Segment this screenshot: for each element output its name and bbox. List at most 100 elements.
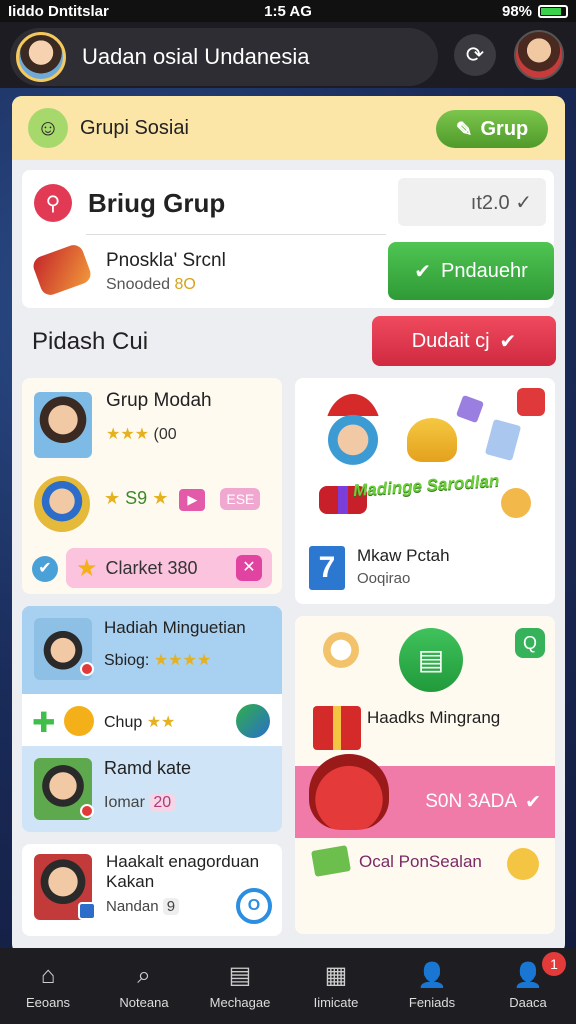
item-sub-label: Snooded: [106, 276, 171, 293]
card-grup-modah[interactable]: Grup Modah ★★★ (00 ★ S9 ★ ▶ ESE ✔ ★ Clar…: [22, 378, 282, 594]
battery-percent: 98%: [501, 2, 533, 20]
smile-icon: [507, 848, 539, 880]
b-value: 20: [149, 794, 176, 811]
sticker-icon: [517, 388, 545, 416]
card-stickers[interactable]: Madinge Sarodlan 7 Mkaw Pctah Ooqirao: [295, 378, 555, 604]
mid-text: Chup ★★: [104, 712, 175, 732]
pndauehr-button[interactable]: ✔ Pndauehr: [388, 242, 554, 300]
ticket-icon: [311, 845, 351, 877]
nav-label: Eeoans: [25, 994, 71, 1010]
gift-icon: [313, 706, 361, 750]
card-sub: Nandan 9: [106, 898, 180, 915]
promo-text: Ocal PonSealan: [359, 852, 482, 871]
play-icon[interactable]: ▶: [179, 489, 206, 511]
nav-item-noteana[interactable]: ⌕ Noteana: [96, 948, 192, 1024]
card-rating: ★★★ (00: [106, 424, 177, 444]
rating-text: (00: [153, 426, 177, 443]
card-title: Haakalt enagorduan Kakan: [106, 852, 260, 891]
grid-icon: ▦: [324, 961, 348, 989]
star-icon: ★★★: [106, 426, 150, 443]
mid-label: Chup: [104, 714, 143, 731]
dudait-button[interactable]: Dudait cj ✔: [372, 316, 556, 366]
group-header-label: Grupi Sosiai: [80, 116, 189, 139]
circle-button[interactable]: O: [236, 888, 272, 924]
app-title: Uadan osial Undanesia: [82, 44, 310, 69]
star-icon: ★: [152, 488, 169, 508]
grup-button-icon: ✎: [455, 118, 473, 141]
card-sub: Iomar 20: [104, 794, 176, 812]
top-bar: Uadan osial Undanesia ⟳: [0, 22, 576, 88]
card-sub: Sbiog: ★★★★: [104, 650, 211, 670]
nav-item-feniads[interactable]: 👤 Feniads: [384, 948, 480, 1024]
avatar: [34, 392, 92, 458]
section-title: Pidash Cui: [32, 328, 149, 355]
clock-text: 1:5 AG: [264, 2, 312, 20]
band-text: S0N 3ADA: [425, 791, 518, 812]
main-panel: ☺ Grupi Sosiai ✎ Grup ⚲ Briug Grup ıt2.0…: [12, 96, 565, 954]
meta-sub: Ooqirao: [357, 570, 411, 587]
card-title: Ramd kate: [104, 758, 192, 778]
document-icon: [484, 418, 522, 462]
online-badge: [80, 804, 94, 818]
nav-label: Mechagae: [209, 994, 271, 1010]
sub-label: Sbiog:: [104, 652, 150, 669]
nav-item-daaca[interactable]: 👤 Daaca 1: [480, 948, 576, 1024]
avatar: [34, 476, 90, 532]
divider: [86, 234, 386, 235]
nav-label: Iimicate: [313, 994, 359, 1010]
cannon-icon: [30, 242, 94, 298]
item-title: Pnoskla' Srcnl: [106, 250, 226, 271]
nav-label: Daaca: [509, 994, 547, 1010]
item-sub: Snooded 8O: [106, 276, 196, 294]
b-label: Iomar: [104, 794, 145, 811]
check-icon: ✔: [525, 791, 541, 813]
nav-item-mechagae[interactable]: ▤ Mechagae: [192, 948, 288, 1024]
meta-title: Mkaw Pctah: [357, 546, 450, 565]
sack-icon: [309, 754, 389, 830]
user-avatar[interactable]: [514, 30, 564, 80]
gift-icon: [455, 394, 485, 424]
count-box: ıt2.0 ✓: [398, 178, 546, 226]
card-title: Grup Modah: [106, 390, 212, 411]
nav-item-eeoans[interactable]: ⌂ Eeoans: [0, 948, 96, 1024]
star-icon: ★: [76, 554, 98, 582]
brug-title: Briug Grup: [88, 188, 226, 218]
card5-label: Nandan: [106, 898, 159, 915]
pndauehr-label: Pndauehr: [441, 259, 528, 282]
chat-icon[interactable]: Q: [515, 628, 545, 658]
nav-item-iimicate[interactable]: ▦ Iimicate: [288, 948, 384, 1024]
star-icon: ★: [104, 488, 121, 508]
calendar-button[interactable]: ▤: [399, 628, 463, 692]
globe-icon[interactable]: [236, 704, 270, 738]
verified-badge: [78, 902, 96, 920]
grup-button-label: Grup: [480, 117, 529, 140]
row2-value: S9: [125, 488, 148, 508]
close-icon[interactable]: ✕: [236, 555, 262, 581]
check-icon: ✔: [32, 556, 58, 582]
calendar-icon: 7: [309, 546, 345, 590]
refresh-icon[interactable]: ⟳: [454, 34, 496, 76]
brug-card: ⚲ Briug Grup ıt2.0 ✓ Pnoskla' Srcnl Snoo…: [22, 170, 554, 308]
media-icon: ▤: [228, 961, 252, 989]
bell-icon: [407, 418, 457, 462]
search-icon: ⌕: [137, 961, 151, 989]
bottom-nav: ⌂ Eeoans ⌕ Noteana ▤ Mechagae ▦ Iimicate…: [0, 948, 576, 1024]
avatar[interactable]: [16, 32, 66, 82]
card-hadiah[interactable]: Hadiah Minguetian Sbiog: ★★★★ ✚ Chup ★★ …: [22, 606, 282, 832]
carrier-text: Iiddo Dntitslar: [8, 2, 109, 20]
nav-label: Feniads: [408, 994, 456, 1010]
profile-pill[interactable]: Uadan osial Undanesia: [10, 28, 438, 86]
group-icon: ☺: [28, 108, 68, 148]
profile-icon: 👤: [513, 961, 543, 989]
card-kakan[interactable]: Haakalt enagorduan Kakan Nandan 9 O: [22, 844, 282, 936]
card5-value: 9: [162, 898, 180, 915]
status-right: 98%: [381, 2, 569, 20]
status-bar: Iiddo Dntitslar 1:5 AG 98%: [0, 0, 576, 22]
cookie-icon: [501, 488, 531, 518]
star-icon: ★★★★: [153, 652, 212, 669]
check-icon: ✔: [499, 330, 517, 353]
clarket-bar[interactable]: ★ Clarket 380 ✕: [66, 548, 272, 588]
card-gifts[interactable]: ▤ Q Haadks Mingrang S0N 3ADA ✔ Ocal PonS…: [295, 616, 555, 934]
person-icon: 👤: [417, 961, 447, 989]
grup-button[interactable]: ✎ Grup: [436, 110, 548, 148]
